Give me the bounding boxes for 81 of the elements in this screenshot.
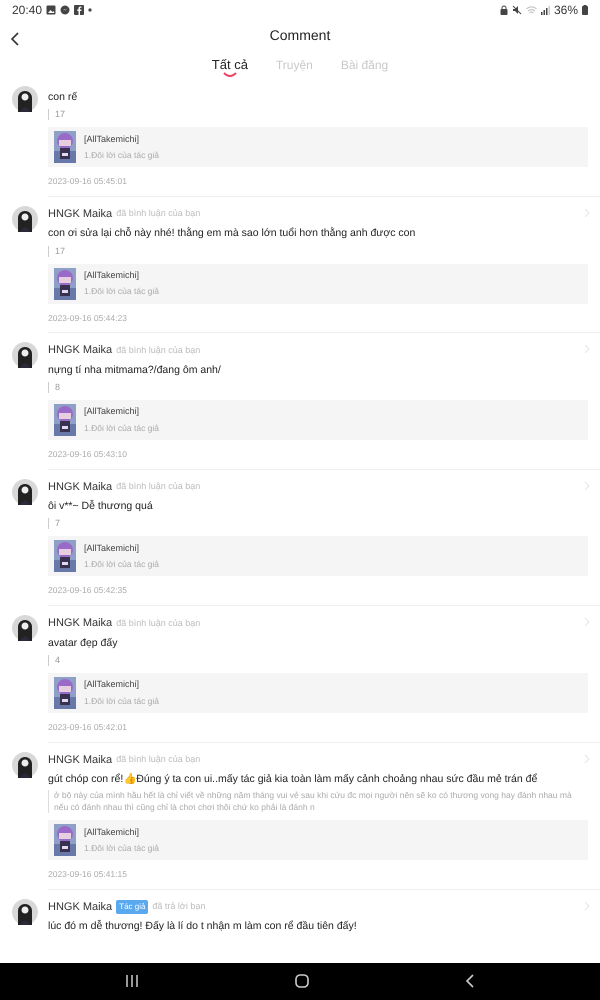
user-name[interactable]: HNGK Maika — [48, 478, 112, 496]
user-name[interactable]: HNGK Maika — [48, 342, 112, 359]
action-text: đã bình luận của bạn — [116, 753, 200, 766]
comment-text: con ơi sửa lại chỗ này nhé! thằng em mà sao lớn tuổi hơn thằng anh được con — [48, 226, 416, 241]
lock-icon — [500, 5, 508, 15]
comment-date: 2023-09-16 05:43:10 — [48, 448, 128, 461]
user-name[interactable]: HNGK Maika — [48, 752, 112, 768]
quoted-text: ở bộ này của mình hầu hết là chỉ viết về những năm tháng vui vẻ sau khi cứu đc mọi người nên sẽ ko có thương vong hay đánh nhau mà nếu có đánh nhau thì cũng chỉ là chơi chơi thôi chứ ko phải là đánh n — [48, 790, 588, 814]
battery-percent: 36% — [554, 2, 578, 19]
avatar-icon — [12, 898, 38, 925]
chapter-title: 1.Đôi lời của tác giả — [84, 842, 160, 855]
chevron-icon[interactable] — [584, 208, 590, 218]
chevron-icon[interactable] — [584, 344, 590, 354]
book-card[interactable]: [AllTakemichi] 1.Đôi lời của tác giả — [48, 127, 588, 168]
comment-text: gút chóp con rể!👍Đúng ý ta con ui..mấy tác giả kia toàn làm mấy cảnh choảng nhau sức đầu mẻ trán để — [48, 772, 538, 786]
book-card[interactable]: [AllTakemichi] 1.Đôi lời của tác giả — [48, 820, 588, 860]
book-card[interactable]: [AllTakemichi] 1.Đôi lời của tác giả — [48, 536, 588, 576]
author-badge: Tác giả — [116, 900, 148, 914]
tab-indicator-icon — [222, 72, 238, 78]
action-text: đã bình luận của bạn — [116, 207, 200, 220]
avatar-icon — [12, 86, 38, 112]
comment-date: 2023-09-16 05:42:35 — [48, 584, 128, 598]
reply-count: 7 — [55, 518, 60, 528]
book-card[interactable]: [AllTakemichi] 1.Đôi lời của tác giả — [48, 400, 588, 440]
back-icon — [10, 30, 20, 47]
wifi-icon — [526, 6, 537, 14]
f-logo-icon — [74, 5, 84, 15]
image-icon — [46, 5, 56, 15]
chevron-icon[interactable] — [584, 617, 590, 628]
comment-date: 2023-09-16 05:45:01 — [48, 175, 128, 188]
chapter-title: 1.Đôi lời của tác giả — [84, 694, 160, 708]
comment-date: 2023-09-16 05:42:01 — [48, 720, 128, 734]
chevron-icon[interactable] — [584, 900, 590, 911]
chapter-title: 1.Đôi lời của tác giả — [84, 285, 160, 298]
mute-icon — [512, 5, 522, 15]
dot-icon — [88, 8, 92, 12]
back-icon — [464, 973, 475, 990]
user-name[interactable]: HNGK Maika — [48, 898, 112, 916]
home-icon — [294, 973, 310, 990]
comment-text: lúc đó m dễ thương! Đấy là lí do t nhận m làm con rể đầu tiên đấy! — [48, 919, 358, 934]
comment-text: nựng tí nha mitmama?/đang ôm anh/ — [48, 362, 222, 378]
book-title: [AllTakemichi] — [84, 132, 140, 146]
action-text: đã bình luận của bạn — [116, 344, 200, 357]
chapter-title: 1.Đôi lời của tác giả — [84, 422, 160, 435]
user-name[interactable]: HNGK Maika — [48, 206, 112, 222]
book-title: [AllTakemichi] — [84, 542, 140, 555]
status-time: 20:40 — [12, 2, 42, 19]
book-title: [AllTakemichi] — [84, 268, 140, 282]
action-text: đã trả lời bạn — [152, 900, 206, 914]
signal-icon — [540, 6, 550, 14]
book-title: [AllTakemichi] — [84, 405, 140, 418]
battery-icon — [582, 5, 588, 15]
user-name[interactable]: HNGK Maika — [48, 615, 112, 632]
comment-date: 2023-09-16 05:41:15 — [48, 868, 128, 881]
reply-count: 4 — [55, 654, 60, 665]
avatar-icon — [12, 342, 38, 368]
book-title: [AllTakemichi] — [84, 826, 140, 839]
chevron-icon[interactable] — [584, 480, 590, 491]
chapter-title: 1.Đôi lời của tác giả — [84, 558, 160, 572]
book-card[interactable]: [AllTakemichi] 1.Đôi lời của tác giả — [48, 672, 588, 713]
avatar-icon — [12, 615, 38, 642]
book-title: [AllTakemichi] — [84, 678, 140, 692]
reply-count: 17 — [55, 109, 66, 120]
comment-text: con rế — [48, 90, 78, 104]
action-text: đã bình luận của bạn — [116, 616, 200, 630]
comment-text: ôi v**~ Dễ thương quá — [48, 499, 154, 514]
chapter-title: 1.Đôi lời của tác giả — [84, 149, 160, 162]
chat-bubble-icon — [60, 5, 70, 15]
book-card[interactable]: [AllTakemichi] 1.Đôi lời của tác giả — [48, 264, 588, 304]
tab[interactable]: Tất cả — [210, 50, 250, 80]
avatar-icon — [12, 752, 38, 778]
reply-count: 17 — [55, 246, 66, 256]
chevron-icon[interactable] — [584, 754, 590, 764]
avatar-icon — [12, 206, 38, 232]
avatar-icon — [12, 478, 38, 505]
reply-count: 8 — [55, 382, 60, 392]
comment-text: avatar đẹp đấy — [48, 636, 118, 650]
recent-apps-icon — [125, 974, 140, 988]
action-text: đã bình luận của bạn — [116, 480, 200, 494]
page-title: Comment — [270, 26, 330, 44]
comment-date: 2023-09-16 05:44:23 — [48, 312, 128, 324]
